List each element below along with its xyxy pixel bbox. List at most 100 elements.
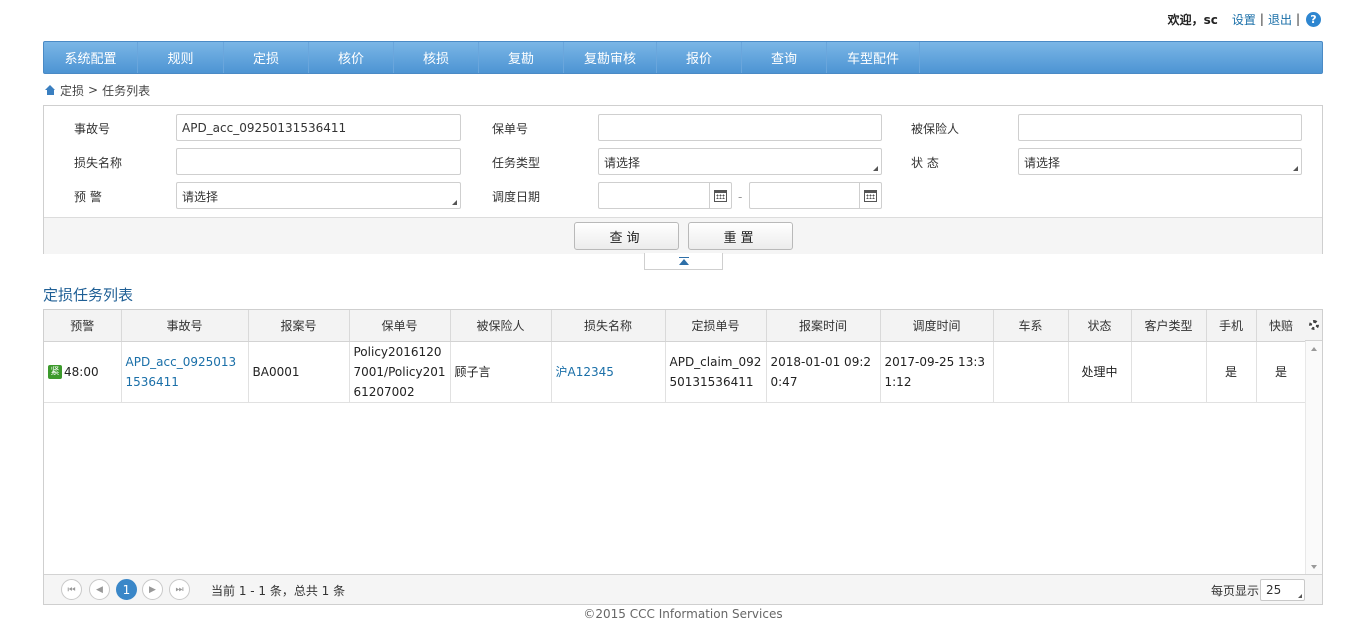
cell-mobile: 是 bbox=[1206, 341, 1257, 403]
loss-name-label: 损失名称 bbox=[74, 156, 123, 170]
nav-item-price-check[interactable]: 核价 bbox=[309, 42, 394, 73]
breadcrumb-current: 任务列表 bbox=[102, 83, 151, 98]
scroll-up-icon[interactable] bbox=[1311, 347, 1317, 351]
breadcrumb-root[interactable]: 定损 bbox=[60, 82, 84, 99]
page-number-button[interactable]: 1 bbox=[116, 579, 137, 600]
policy-no-input[interactable] bbox=[598, 114, 882, 141]
scroll-down-icon[interactable] bbox=[1311, 565, 1317, 569]
dropdown-arrow-icon bbox=[873, 166, 878, 171]
cell-policy-no: Policy20161207001/Policy20161207002 bbox=[349, 341, 451, 403]
loss-name-link[interactable]: 沪A12345 bbox=[556, 365, 614, 379]
gear-icon bbox=[1308, 320, 1319, 330]
page-size-label: 每页显示 bbox=[1210, 584, 1259, 598]
pagination-info: 当前 1 - 1 条，总共 1 条 bbox=[211, 584, 346, 598]
task-table: 预警 事故号 报案号 保单号 被保险人 损失名称 定损单号 报案时间 调度时间 … bbox=[44, 310, 1307, 403]
status-label: 状 态 bbox=[911, 156, 939, 170]
user-bar: 欢迎，sc 设置 | 退出 | ? bbox=[1168, 9, 1321, 29]
cell-report-time: 2018-01-01 09:20:47 bbox=[766, 341, 881, 403]
query-button[interactable]: 查询 bbox=[574, 222, 679, 250]
prev-page-button[interactable]: ◀ bbox=[89, 579, 110, 600]
dropdown-arrow-icon bbox=[1293, 166, 1298, 171]
next-page-button[interactable]: ▶ bbox=[142, 579, 163, 600]
task-type-select[interactable]: 请选择 bbox=[598, 148, 882, 175]
col-header-claim-no[interactable]: 定损单号 bbox=[665, 310, 767, 342]
col-header-insured[interactable]: 被保险人 bbox=[450, 310, 552, 342]
search-actions: 查询 重置 bbox=[44, 217, 1322, 254]
col-header-accident-no[interactable]: 事故号 bbox=[121, 310, 249, 342]
nav-item-vehicle-parts[interactable]: 车型配件 bbox=[827, 42, 920, 73]
table-row[interactable]: 紧 48:00 APD_acc_09250131536411 BA0001 Pol… bbox=[44, 341, 1307, 403]
accident-no-link[interactable]: APD_acc_09250131536411 bbox=[126, 355, 237, 389]
nav-item-reinspection-review[interactable]: 复勘审核 bbox=[564, 42, 657, 73]
breadcrumb: 定损 > 任务列表 bbox=[45, 82, 150, 98]
loss-name-input[interactable] bbox=[176, 148, 461, 175]
dropdown-arrow-icon bbox=[1298, 594, 1302, 598]
col-header-mobile[interactable]: 手机 bbox=[1206, 310, 1257, 342]
cell-loss-name: 沪A12345 bbox=[551, 341, 666, 403]
collapse-up-icon bbox=[678, 256, 689, 266]
col-header-customer-type[interactable]: 客户类型 bbox=[1131, 310, 1207, 342]
nav-item-rules[interactable]: 规则 bbox=[138, 42, 224, 73]
cell-customer-type bbox=[1131, 341, 1207, 403]
calendar-icon bbox=[864, 189, 877, 202]
last-page-button[interactable]: ⏭ bbox=[169, 579, 190, 600]
calendar-button[interactable] bbox=[859, 183, 881, 208]
pagination-bar: ⏮ ◀ 1 ▶ ⏭ 当前 1 - 1 条，总共 1 条 每页显示 25 bbox=[44, 574, 1322, 604]
task-type-value: 请选择 bbox=[604, 156, 641, 170]
nav-item-quote[interactable]: 报价 bbox=[657, 42, 742, 73]
accident-no-label: 事故号 bbox=[74, 122, 111, 136]
cell-report-no: BA0001 bbox=[248, 341, 350, 403]
collapse-search-button[interactable] bbox=[644, 253, 723, 270]
first-page-button[interactable]: ⏮ bbox=[61, 579, 82, 600]
list-title: 定损任务列表 bbox=[43, 286, 134, 304]
divider: | bbox=[1295, 12, 1300, 26]
reset-button[interactable]: 重置 bbox=[688, 222, 793, 250]
nav-item-reinspection[interactable]: 复勘 bbox=[479, 42, 564, 73]
home-icon[interactable] bbox=[45, 84, 56, 96]
page-size-select[interactable]: 25 bbox=[1260, 579, 1305, 601]
calendar-button[interactable] bbox=[709, 183, 731, 208]
policy-no-label: 保单号 bbox=[492, 122, 529, 136]
nav-item-system-config[interactable]: 系统配置 bbox=[44, 42, 138, 73]
help-icon[interactable]: ? bbox=[1306, 11, 1321, 27]
cell-status: 处理中 bbox=[1068, 341, 1132, 403]
cell-series bbox=[993, 341, 1069, 403]
nav-item-loss-assessment[interactable]: 定损 bbox=[224, 42, 309, 73]
vertical-scrollbar[interactable] bbox=[1305, 341, 1322, 575]
breadcrumb-separator: > bbox=[88, 83, 99, 97]
cell-dispatch-time: 2017-09-25 13:31:12 bbox=[880, 341, 994, 403]
col-header-dispatch-time[interactable]: 调度时间 bbox=[880, 310, 994, 342]
welcome-text: 欢迎，sc bbox=[1167, 12, 1218, 27]
col-header-quick-pay[interactable]: 快赔 bbox=[1256, 310, 1307, 342]
calendar-icon bbox=[714, 189, 727, 202]
search-panel: 事故号 APD_acc_09250131536411 保单号 被保险人 损失名称… bbox=[43, 105, 1323, 254]
nav-item-loss-check[interactable]: 核损 bbox=[394, 42, 479, 73]
divider: | bbox=[1259, 12, 1264, 26]
logout-link[interactable]: 退出 bbox=[1268, 11, 1292, 28]
dispatch-date-to-input[interactable] bbox=[749, 182, 882, 209]
col-header-report-time[interactable]: 报案时间 bbox=[766, 310, 881, 342]
warning-select[interactable]: 请选择 bbox=[176, 182, 461, 209]
col-header-warning[interactable]: 预警 bbox=[44, 310, 122, 342]
dropdown-arrow-icon bbox=[452, 200, 457, 205]
cell-accident-no: APD_acc_09250131536411 bbox=[121, 341, 249, 403]
col-header-loss-name[interactable]: 损失名称 bbox=[551, 310, 666, 342]
column-settings-button[interactable] bbox=[1305, 310, 1322, 341]
page-size-value: 25 bbox=[1266, 583, 1282, 597]
insured-input[interactable] bbox=[1018, 114, 1302, 141]
accident-no-input[interactable]: APD_acc_09250131536411 bbox=[176, 114, 461, 141]
dispatch-date-label: 调度日期 bbox=[492, 190, 541, 204]
task-type-label: 任务类型 bbox=[492, 156, 541, 170]
settings-link[interactable]: 设置 bbox=[1232, 11, 1256, 28]
insured-label: 被保险人 bbox=[911, 122, 960, 136]
nav-item-query[interactable]: 查询 bbox=[742, 42, 827, 73]
col-header-series[interactable]: 车系 bbox=[993, 310, 1069, 342]
warning-time: 48:00 bbox=[64, 364, 99, 379]
urgent-badge-icon: 紧 bbox=[48, 365, 62, 379]
col-header-report-no[interactable]: 报案号 bbox=[248, 310, 350, 342]
col-header-status[interactable]: 状态 bbox=[1068, 310, 1132, 342]
col-header-policy-no[interactable]: 保单号 bbox=[349, 310, 451, 342]
task-grid: 预警 事故号 报案号 保单号 被保险人 损失名称 定损单号 报案时间 调度时间 … bbox=[43, 309, 1323, 605]
dispatch-date-from-input[interactable] bbox=[598, 182, 732, 209]
status-select[interactable]: 请选择 bbox=[1018, 148, 1302, 175]
